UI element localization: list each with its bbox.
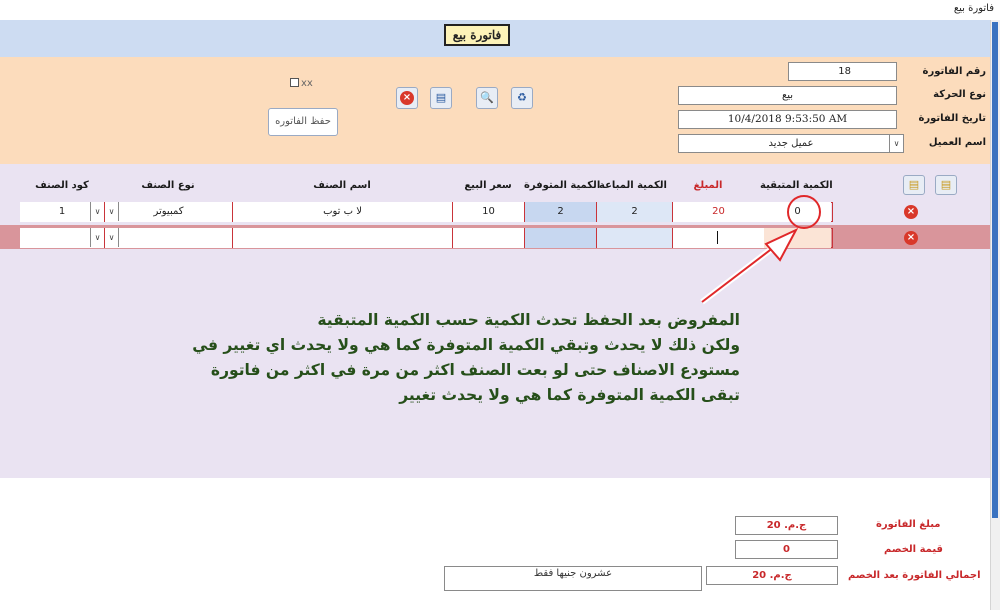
col-header-sale-price[interactable]: سعر البيع — [452, 180, 524, 191]
cell-sold-qty[interactable]: 2 — [596, 202, 672, 222]
invoice-date-label: تاريخ الفاتورة — [918, 113, 986, 124]
delete-row-icon: ▤ — [908, 178, 920, 191]
client-name-value: عميل جديد — [768, 138, 814, 149]
discount-label: قيمة الخصم — [884, 544, 943, 555]
cell-sale-price[interactable]: 10 — [452, 202, 524, 222]
col-header-item-name[interactable]: اسم الصنف — [232, 180, 452, 191]
save-invoice-button[interactable]: حفظ الفاتوره — [268, 108, 338, 136]
total-after-discount-label: اجمالي الفاتورة بعد الخصم — [848, 570, 981, 581]
col-header-item-type[interactable]: نوع الصنف — [104, 180, 232, 191]
item-type-value: كمبيوتر — [153, 206, 184, 217]
delete-row-icon[interactable]: × — [904, 205, 918, 219]
invoice-date-field[interactable]: 10/4/2018 9:53:50 AM — [678, 110, 897, 129]
client-name-combobox[interactable]: عميل جديد ∨ — [678, 134, 904, 153]
edit-row-button[interactable]: ▤ — [903, 175, 925, 195]
cell-item-name[interactable]: لا ب توب — [232, 202, 452, 222]
cell-item-type[interactable]: كمبيوتر ∨ — [104, 202, 232, 222]
chevron-down-icon[interactable]: ∨ — [90, 228, 104, 247]
recycle-bin-icon: ♻ — [517, 91, 527, 104]
chevron-down-icon[interactable]: ∨ — [105, 202, 119, 221]
total-in-words-field[interactable]: عشرون جنيها فقط — [444, 566, 702, 591]
checkbox-box[interactable] — [290, 78, 299, 87]
col-header-available-qty[interactable]: الكمية المتوفرة — [524, 180, 600, 191]
invoice-number-field[interactable]: 18 — [788, 62, 897, 81]
print-button[interactable]: ▤ — [430, 87, 452, 109]
movement-type-label: نوع الحركة — [933, 89, 986, 100]
close-button[interactable]: × — [396, 87, 418, 109]
window-title: فاتورة بيع — [953, 3, 994, 14]
invoice-number-label: رقم الفاتورة — [922, 66, 986, 77]
form-title: فاتورة بيع — [444, 24, 510, 46]
cell-available-qty[interactable] — [524, 228, 596, 248]
checkbox-label: xx — [301, 78, 313, 89]
chevron-down-icon[interactable]: ∨ — [889, 135, 903, 152]
item-code-value: 1 — [58, 206, 66, 217]
cell-item-name[interactable] — [232, 228, 452, 248]
total-after-discount-field[interactable]: 20 .ج.م — [706, 566, 838, 585]
annotation-line: ولكن ذلك لا يحدث وتبقي الكمية المتوفرة ك… — [192, 336, 740, 354]
grid-bottom-strip — [0, 478, 990, 509]
annotation-text: المفروض بعد الحفظ تحدث الكمية حسب الكمية… — [160, 308, 740, 408]
discount-field[interactable]: 0 — [735, 540, 838, 559]
cell-item-code[interactable]: 1 ∨ — [20, 202, 104, 222]
client-name-label: اسم العميل — [928, 137, 986, 148]
annotation-arrow — [700, 195, 821, 305]
annotation-line: مستودع الاصناف حتى لو بعت الصنف اكثر من … — [210, 361, 740, 379]
window-titlebar: فاتورة بيع — [0, 0, 1000, 20]
cell-available-qty[interactable]: 2 — [524, 202, 596, 222]
movement-type-field[interactable]: بيع — [678, 86, 897, 105]
delete-invoice-button[interactable]: ♻ — [511, 87, 533, 109]
delete-row-icon[interactable]: × — [904, 231, 918, 245]
invoice-window: فاتورة بيع فاتورة بيع رقم الفاتورة 18 نو… — [0, 0, 1000, 610]
print-icon: ▤ — [435, 91, 447, 104]
invoice-amount-label: مبلغ الفاتورة — [876, 519, 941, 530]
footer-panel — [0, 509, 990, 610]
annotation-line: تبقى الكمية المتوفرة كما هي ولا يحدث تغي… — [399, 386, 740, 404]
add-row-icon: ▤ — [940, 178, 952, 191]
cell-sale-price[interactable] — [452, 228, 524, 248]
preview-button[interactable]: 🔍 — [476, 87, 498, 109]
preview-icon: 🔍 — [480, 91, 494, 104]
add-row-button[interactable]: ▤ — [935, 175, 957, 195]
xx-checkbox[interactable]: xx — [290, 78, 313, 89]
close-icon: × — [400, 91, 414, 105]
invoice-amount-field[interactable]: 20 .ج.م — [735, 516, 838, 535]
total-in-words-text: عشرون جنيها فقط — [533, 568, 613, 579]
chevron-down-icon[interactable]: ∨ — [90, 202, 104, 221]
scrollbar-thumb[interactable] — [992, 22, 998, 518]
col-header-item-code[interactable]: كود الصنف — [20, 180, 104, 191]
cell-sold-qty[interactable] — [596, 228, 672, 248]
annotation-line: المفروض بعد الحفظ تحدث الكمية حسب الكمية… — [317, 311, 740, 329]
chevron-down-icon[interactable]: ∨ — [105, 228, 119, 247]
cell-item-type[interactable]: ∨ — [104, 228, 232, 248]
cell-item-code[interactable]: ∨ — [20, 228, 104, 248]
col-header-sold-qty[interactable]: الكمية المباعة — [596, 180, 670, 191]
